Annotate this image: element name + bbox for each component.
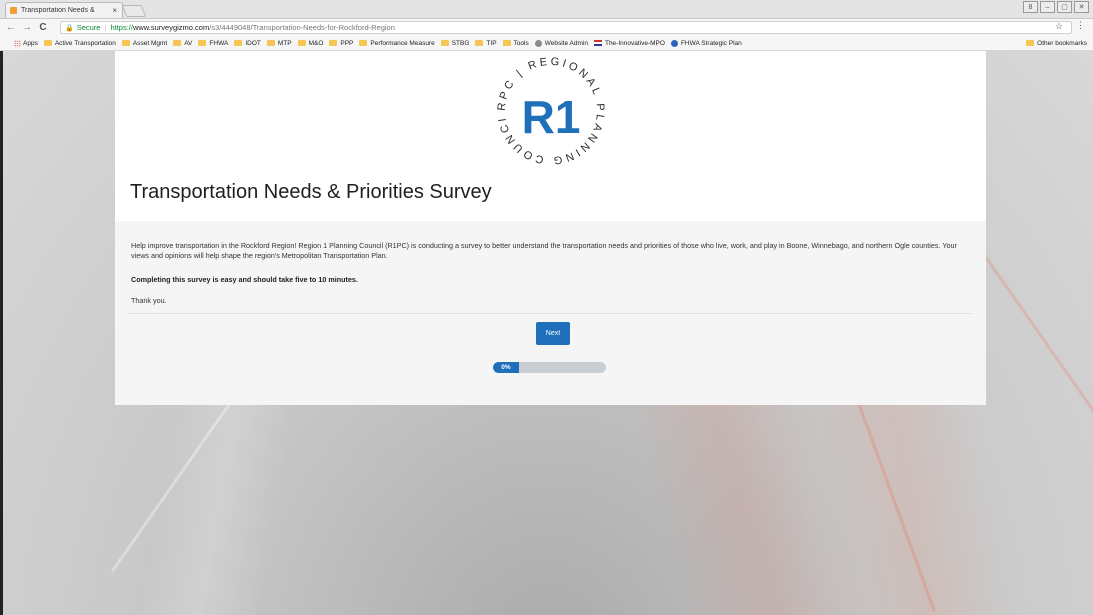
bookmarks-bar: Apps Active Transportation Asset Mgmt AV… xyxy=(0,36,1093,51)
bookmark-tools[interactable]: Tools xyxy=(502,39,529,47)
folder-icon xyxy=(502,40,511,46)
progress-bar: 0% xyxy=(493,362,606,373)
address-separator: | xyxy=(104,23,107,32)
bookmark-label: Website Admin xyxy=(544,39,588,47)
page-title: Transportation Needs & Priorities Survey xyxy=(130,181,492,203)
survey-header: RPC | REGIONAL PLANNING COUNCIL | R1 Tra… xyxy=(115,51,986,221)
reload-icon[interactable]: C xyxy=(38,22,48,33)
browser-toolbar: ← → C 🔒 Secure | https:// www.surveygizm… xyxy=(0,19,1093,36)
minimize-button[interactable]: – xyxy=(1040,1,1055,13)
duration-note: Completing this survey is easy and shoul… xyxy=(131,275,358,284)
bookmark-stbg[interactable]: STBG xyxy=(440,39,470,47)
bookmark-label: STBG xyxy=(451,39,470,47)
apps-grid-icon xyxy=(14,39,21,47)
bookmark-label: Asset Mgmt xyxy=(132,39,168,47)
secure-label: Secure xyxy=(76,23,101,32)
window-edge xyxy=(0,51,3,615)
r1-logo: RPC | REGIONAL PLANNING COUNCIL | R1 xyxy=(491,51,603,166)
bookmark-label: M&O xyxy=(308,39,324,47)
surveygizmo-favicon-icon xyxy=(10,7,17,14)
bookmark-website-admin[interactable]: Website Admin xyxy=(534,39,588,47)
divider xyxy=(127,313,973,314)
bookmark-fhwa[interactable]: FHWA xyxy=(198,40,228,47)
forward-icon[interactable]: → xyxy=(22,22,32,33)
logo-monogram: R1 xyxy=(522,91,581,143)
folder-icon xyxy=(43,40,52,46)
folder-icon xyxy=(440,40,449,46)
bookmark-performance-measure[interactable]: Performance Measure xyxy=(359,39,435,47)
survey-card: RPC | REGIONAL PLANNING COUNCIL | R1 Tra… xyxy=(115,51,986,405)
globe-icon xyxy=(670,39,678,47)
folder-icon xyxy=(198,40,207,46)
bookmark-asset-mgmt[interactable]: Asset Mgmt xyxy=(121,39,168,47)
bookmark-other[interactable]: Other bookmarks xyxy=(1026,40,1087,47)
flag-icon xyxy=(593,40,602,46)
bookmark-label: FHWA Strategic Plan xyxy=(680,39,742,47)
maximize-button[interactable]: ▢ xyxy=(1057,1,1072,13)
folder-icon xyxy=(297,40,306,46)
url-host: www.surveygizmo.com xyxy=(132,23,210,32)
folder-icon xyxy=(234,40,243,46)
thank-you-text: Thank you. xyxy=(131,296,167,305)
window-controls: 8 – ▢ ✕ xyxy=(1023,1,1089,13)
tab-close-icon[interactable]: × xyxy=(112,6,117,15)
bookmark-idot[interactable]: IDOT xyxy=(234,40,261,47)
intro-text: Help improve transportation in the Rockf… xyxy=(131,241,957,260)
bookmark-active-transportation[interactable]: Active Transportation xyxy=(43,39,116,47)
next-button[interactable]: Next xyxy=(536,322,570,345)
bookmark-star-icon[interactable]: ☆ xyxy=(1055,21,1063,32)
browser-tab[interactable]: Transportation Needs & × xyxy=(5,2,123,18)
bookmark-label: AV xyxy=(184,39,193,47)
background-light-streak xyxy=(980,250,1093,564)
folder-icon xyxy=(266,40,275,46)
bookmark-innovative-mpo[interactable]: The-Innovative-MPO xyxy=(593,39,665,47)
folder-icon xyxy=(359,40,368,46)
close-window-button[interactable]: ✕ xyxy=(1074,1,1089,13)
bookmark-label: Other bookmarks xyxy=(1037,39,1087,47)
folder-icon xyxy=(329,40,338,46)
bookmark-av[interactable]: AV xyxy=(173,40,192,47)
progress-fill: 0% xyxy=(493,362,519,373)
browser-menu-icon[interactable]: ⋮ xyxy=(1076,20,1085,31)
url-path: /s3/4449048/Transportation-Needs-for-Roc… xyxy=(209,23,395,32)
folder-icon xyxy=(121,40,130,46)
lock-icon: 🔒 xyxy=(65,24,74,32)
new-tab-button[interactable] xyxy=(121,5,147,17)
bookmark-label: Apps xyxy=(23,39,38,47)
bookmark-tip[interactable]: TIP xyxy=(475,39,497,47)
tab-title: Transportation Needs & xyxy=(21,7,95,14)
bookmark-label: IDOT xyxy=(245,39,261,47)
bookmark-label: MTP xyxy=(277,39,292,47)
site-icon xyxy=(534,39,542,47)
bookmark-mtp[interactable]: MTP xyxy=(266,39,292,47)
title-bar: Transportation Needs & × 8 – ▢ ✕ xyxy=(0,0,1093,19)
bookmark-apps[interactable]: Apps xyxy=(6,39,38,47)
folder-icon xyxy=(1026,40,1035,46)
bookmark-fhwa-strategic-plan[interactable]: FHWA Strategic Plan xyxy=(670,39,742,47)
bookmark-label: Active Transportation xyxy=(54,39,116,47)
bookmark-label: Performance Measure xyxy=(370,39,435,47)
bookmark-label: FHWA xyxy=(209,39,229,47)
bookmark-label: PPP xyxy=(340,39,354,47)
bookmark-ppp[interactable]: PPP xyxy=(329,40,353,47)
profile-icon[interactable]: 8 xyxy=(1023,1,1038,13)
address-bar[interactable]: 🔒 Secure | https:// www.surveygizmo.com … xyxy=(60,21,1072,34)
bookmark-label: TIP xyxy=(486,39,497,47)
bookmark-label: Tools xyxy=(513,39,529,47)
folder-icon xyxy=(475,40,484,46)
back-icon[interactable]: ← xyxy=(6,22,16,33)
bookmark-label: The-Innovative-MPO xyxy=(604,39,665,47)
page-background: RPC | REGIONAL PLANNING COUNCIL | R1 Tra… xyxy=(0,51,1093,615)
bookmark-m-and-o[interactable]: M&O xyxy=(297,39,324,47)
folder-icon xyxy=(173,40,182,46)
url-scheme: https:// xyxy=(110,23,133,32)
